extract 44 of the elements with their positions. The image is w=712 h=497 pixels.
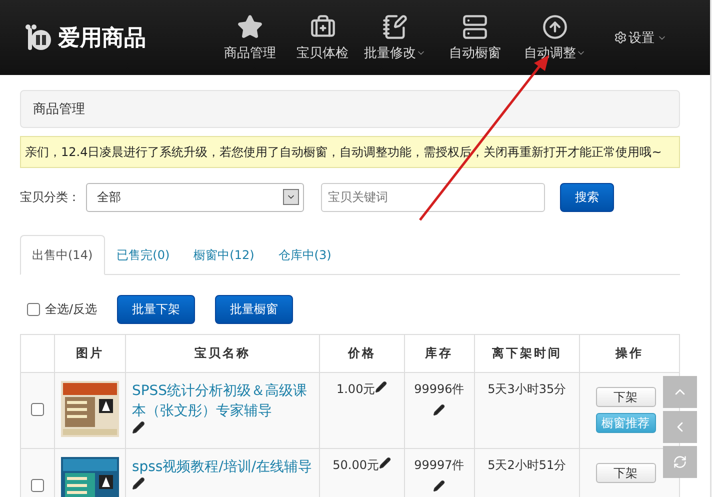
search-button[interactable]: 搜索 xyxy=(560,182,614,212)
medical-kit-icon xyxy=(310,14,336,40)
stock-text: 99996件 xyxy=(413,381,466,398)
pencil-icon[interactable] xyxy=(433,404,446,416)
panel-title: 商品管理 xyxy=(20,90,680,128)
star-icon xyxy=(237,14,263,40)
notebook-pen-icon xyxy=(382,14,408,40)
select-all-checkbox[interactable] xyxy=(27,303,40,316)
nav-item[interactable]: 商品管理 xyxy=(210,14,290,62)
row-action-button[interactable]: 下架 xyxy=(596,387,656,407)
settings-menu[interactable]: 设置 xyxy=(595,28,685,46)
settings-icon xyxy=(614,31,626,44)
pencil-icon[interactable] xyxy=(433,480,446,492)
nav-item[interactable]: 宝贝体检 xyxy=(290,14,355,62)
pencil-icon[interactable] xyxy=(132,421,145,434)
select-all-label: 全选/反选 xyxy=(45,301,98,318)
time-remaining: 5天2小时51分 xyxy=(474,448,580,497)
snail-logo-icon xyxy=(24,24,54,52)
tab[interactable]: 橱窗中(12) xyxy=(182,235,266,275)
row-checkbox[interactable] xyxy=(30,478,44,492)
pencil-icon[interactable] xyxy=(375,381,388,393)
tab[interactable]: 仓库中(3) xyxy=(266,235,344,275)
app-logo: 爱用商品 xyxy=(58,24,146,52)
nav-item[interactable]: 自动橱窗 xyxy=(435,14,515,62)
time-remaining: 5天3小时35分 xyxy=(474,372,580,448)
category-select[interactable]: 全部 xyxy=(86,182,304,212)
category-label: 宝贝分类： xyxy=(20,188,80,206)
row-checkbox[interactable] xyxy=(30,402,44,416)
refresh-icon xyxy=(673,455,687,469)
stock-text: 99997件 xyxy=(413,457,466,474)
row-action-button[interactable]: 下架 xyxy=(596,463,656,483)
column-header: 宝贝名称 xyxy=(125,334,320,372)
bulk-action-button[interactable]: 批量橱窗 xyxy=(215,295,294,324)
tab[interactable]: 出售中(14) xyxy=(20,235,105,275)
arrow-up-circle-icon xyxy=(542,14,568,40)
bulk-action-button[interactable]: 批量下架 xyxy=(117,295,196,324)
keyword-field[interactable]: 宝贝关键词 xyxy=(321,182,545,212)
price-text: 1.00元 xyxy=(336,382,376,396)
nav-item[interactable]: 批量修改 xyxy=(355,14,435,62)
pencil-icon[interactable] xyxy=(132,477,145,490)
cabinet-icon xyxy=(462,14,488,40)
price-text: 50.00元 xyxy=(332,458,380,472)
tab[interactable]: 已售完(0) xyxy=(104,235,182,275)
pencil-icon[interactable] xyxy=(379,457,392,469)
